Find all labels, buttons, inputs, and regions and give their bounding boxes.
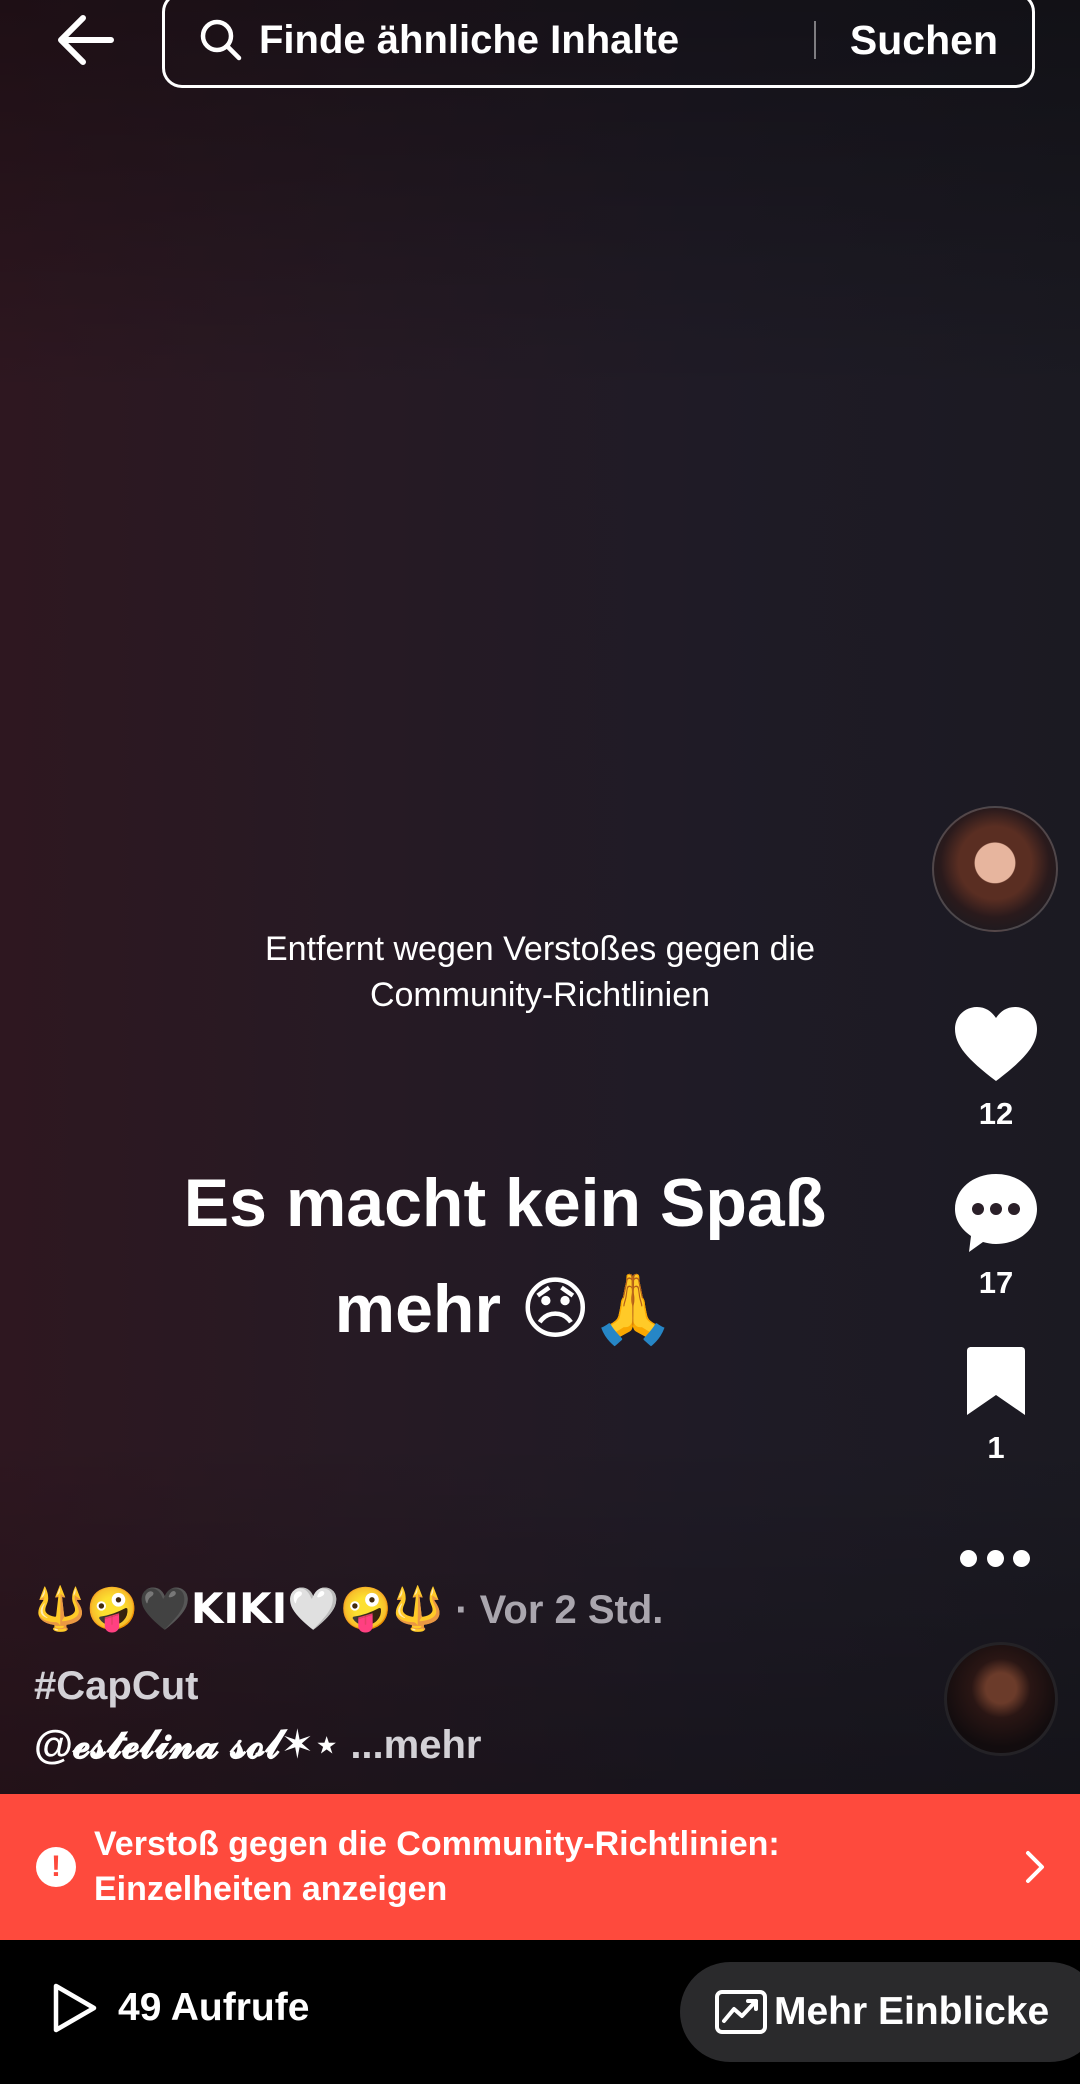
comment-button[interactable]: 17 [935, 1172, 1057, 1301]
views-label: 49 Aufrufe [118, 1986, 310, 2029]
chevron-right-icon [1026, 1851, 1044, 1883]
caption-emojis: 😞🙏 [519, 1270, 676, 1349]
search-input[interactable] [259, 17, 814, 63]
video-caption-overlay: Es macht kein Spaß mehr 😞🙏 [80, 1150, 930, 1363]
caption-line-2-text: mehr [334, 1271, 501, 1347]
comment-count: 17 [978, 1265, 1014, 1300]
more-options-button[interactable] [960, 1538, 1030, 1578]
removed-notice: Entfernt wegen Verstoßes gegen die Commu… [264, 930, 816, 1014]
mention-link[interactable]: @𝓮𝓼𝓽𝓮𝓵𝓲𝓷𝓪 𝓼𝓸𝓵✶⋆ [34, 1723, 339, 1767]
sound-disc[interactable] [944, 1642, 1058, 1756]
author-name[interactable]: 🔱🤪🖤KIKI🤍🤪🔱 [34, 1584, 444, 1633]
description-line: @𝓮𝓼𝓽𝓮𝓵𝓲𝓷𝓪 𝓼𝓸𝓵✶⋆ ...mehr [34, 1722, 481, 1768]
dot-icon [1013, 1549, 1030, 1567]
insights-label: Mehr Einblicke [774, 1990, 1050, 2033]
search-icon [200, 19, 242, 61]
violation-text: Verstoß gegen die Community-Richtlinien:… [94, 1825, 780, 1908]
hashtag-link[interactable]: #CapCut [34, 1664, 198, 1709]
caption-line-2: mehr 😞🙏 [80, 1256, 930, 1363]
views-counter[interactable]: 49 Aufrufe [48, 1982, 309, 2034]
bookmark-button[interactable]: 1 [935, 1345, 1057, 1466]
analytics-chart-icon [715, 1990, 767, 2034]
violation-banner[interactable]: ! Verstoß gegen die Community-Richtlinie… [0, 1794, 1080, 1940]
search-bar[interactable]: Suchen [162, 0, 1035, 88]
video-background[interactable] [0, 0, 1080, 1794]
creator-avatar[interactable] [932, 806, 1058, 932]
more-insights-button[interactable]: Mehr Einblicke [680, 1962, 1080, 2062]
bookmark-count: 1 [987, 1430, 1005, 1465]
dot-icon [960, 1549, 977, 1567]
bottom-bar: 49 Aufrufe Mehr Einblicke [0, 1940, 1080, 2084]
like-count: 12 [978, 1096, 1014, 1131]
like-button[interactable]: 12 [935, 1005, 1057, 1132]
bookmark-icon [967, 1347, 1025, 1415]
alert-icon: ! [36, 1847, 76, 1887]
search-submit-button[interactable]: Suchen [816, 17, 1032, 64]
arrow-left-icon [58, 15, 114, 65]
comment-bubble-icon [955, 1174, 1037, 1252]
more-link[interactable]: ...mehr [339, 1723, 481, 1767]
dot-icon [986, 1549, 1004, 1567]
caption-line-1: Es macht kein Spaß [183, 1165, 827, 1241]
play-icon [53, 1983, 97, 2033]
heart-icon [955, 1007, 1037, 1081]
author-line: 🔱🤪🖤KIKI🤍🤪🔱 · Vor 2 Std. [34, 1584, 663, 1634]
back-button[interactable] [52, 10, 118, 70]
post-time: · Vor 2 Std. [444, 1588, 664, 1632]
